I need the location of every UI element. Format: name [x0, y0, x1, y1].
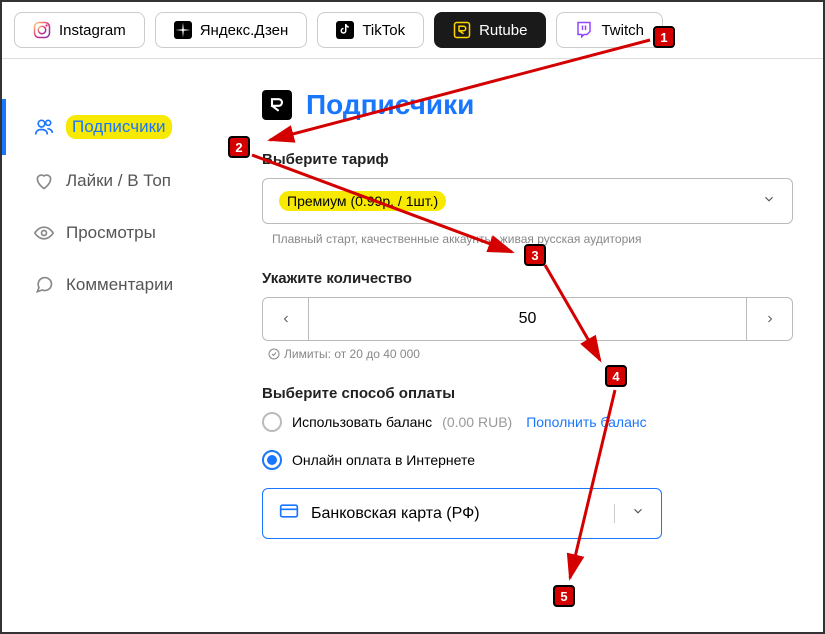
sidebar-item-likes[interactable]: Лайки / В Топ	[2, 155, 252, 207]
sidebar-label: Подписчики	[66, 115, 172, 139]
tab-label: Instagram	[59, 22, 126, 39]
online-label: Онлайн оплата в Интернете	[292, 452, 475, 468]
topup-link[interactable]: Пополнить баланс	[526, 414, 646, 430]
users-icon	[34, 117, 54, 137]
tariff-select[interactable]: Премиум (0.99р. / 1шт.)	[262, 178, 793, 224]
payment-option-balance[interactable]: Использовать баланс (0.00 RUB) Пополнить…	[262, 412, 793, 432]
instagram-icon	[33, 21, 51, 39]
payment-option-online[interactable]: Онлайн оплата в Интернете	[262, 450, 793, 470]
sidebar-item-comments[interactable]: Комментарии	[2, 259, 252, 311]
payment-method-value: Банковская карта (РФ)	[311, 505, 480, 523]
heart-icon	[34, 171, 54, 191]
twitch-icon	[575, 21, 593, 39]
tiktok-icon	[336, 21, 354, 39]
tab-rutube[interactable]: Rutube	[434, 12, 546, 48]
balance-label: Использовать баланс	[292, 414, 432, 430]
quantity-stepper	[262, 297, 793, 341]
quantity-input[interactable]	[309, 298, 746, 340]
tariff-label: Выберите тариф	[262, 151, 793, 168]
radio-unchecked-icon	[262, 412, 282, 432]
balance-amount: (0.00 RUB)	[442, 414, 512, 430]
radio-checked-icon	[262, 450, 282, 470]
tab-tiktok[interactable]: TikTok	[317, 12, 424, 48]
annotation-badge-5: 5	[553, 585, 575, 607]
check-circle-icon	[268, 348, 280, 360]
payment-label: Выберите способ оплаты	[262, 385, 793, 402]
rutube-logo-icon	[262, 90, 292, 120]
tab-label: TikTok	[362, 22, 405, 39]
chevron-down-icon	[614, 504, 645, 523]
sidebar-item-subscribers[interactable]: Подписчики	[2, 99, 252, 155]
tab-instagram[interactable]: Instagram	[14, 12, 145, 48]
card-icon	[279, 501, 299, 526]
payment-method-select[interactable]: Банковская карта (РФ)	[262, 488, 662, 539]
sidebar-label: Просмотры	[66, 223, 156, 243]
zen-icon	[174, 21, 192, 39]
tab-label: Twitch	[601, 22, 644, 39]
quantity-increase-button[interactable]	[746, 298, 792, 340]
sidebar-label: Лайки / В Топ	[66, 171, 171, 191]
tab-label: Яндекс.Дзен	[200, 22, 289, 39]
quantity-decrease-button[interactable]	[263, 298, 309, 340]
sidebar: Подписчики Лайки / В Топ Просмотры Комме…	[2, 59, 252, 559]
chevron-down-icon	[762, 192, 776, 211]
platform-tabs: Instagram Яндекс.Дзен TikTok Rutube Twit…	[2, 2, 823, 59]
eye-icon	[34, 223, 54, 243]
sidebar-label: Комментарии	[66, 275, 173, 295]
content-area: Подписчики Выберите тариф Премиум (0.99р…	[252, 59, 823, 559]
tariff-hint: Плавный старт, качественные аккаунты, жи…	[262, 232, 793, 246]
quantity-label: Укажите количество	[262, 270, 793, 287]
tariff-value: Премиум (0.99р. / 1шт.)	[279, 191, 446, 211]
page-title: Подписчики	[306, 89, 474, 121]
tab-label: Rutube	[479, 22, 527, 39]
sidebar-item-views[interactable]: Просмотры	[2, 207, 252, 259]
tab-yandex-zen[interactable]: Яндекс.Дзен	[155, 12, 308, 48]
rutube-icon	[453, 21, 471, 39]
quantity-limits: Лимиты: от 20 до 40 000	[262, 347, 793, 361]
chat-icon	[34, 275, 54, 295]
tab-twitch[interactable]: Twitch	[556, 12, 663, 48]
page-heading: Подписчики	[262, 89, 793, 121]
